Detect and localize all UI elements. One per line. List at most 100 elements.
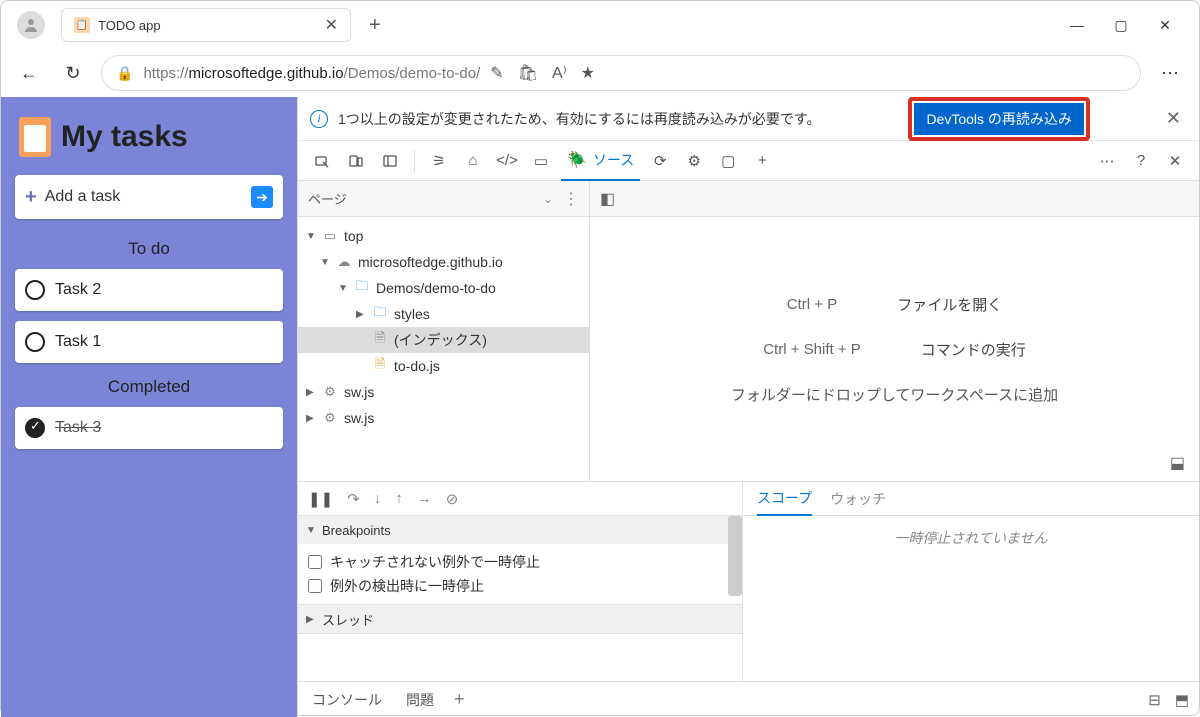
maximize-button[interactable]: ▢ [1111, 17, 1131, 34]
tree-sw[interactable]: ⚙sw.js [298, 379, 589, 405]
todo-section-header: To do [15, 239, 283, 259]
task-item[interactable]: Task 3 [15, 407, 283, 449]
address-bar[interactable]: 🔒 https://microsoftedge.github.io/Demos/… [101, 55, 1141, 91]
clipboard-icon: 📋 [74, 17, 90, 33]
favorite-star-icon[interactable]: ★ [581, 63, 595, 83]
tree-folder[interactable]: 🗀Demos/demo-to-do [298, 275, 589, 301]
task-item[interactable]: Task 1 [15, 321, 283, 363]
debugger-toolbar: ❚❚ ↷ ↓ ↑ → ⊘ [298, 482, 742, 516]
browser-tab-strip: 📋 TODO app ✕ + — ▢ ✕ [1, 1, 1199, 49]
url-text: https://microsoftedge.github.io/Demos/de… [143, 65, 480, 82]
task-label: Task 1 [55, 333, 101, 351]
debugger-sidebar: ❚❚ ↷ ↓ ↑ → ⊘ Breakpoints キャッチされない例外で一時停止… [298, 482, 743, 681]
step-icon[interactable]: → [417, 490, 432, 507]
lock-icon: 🔒 [116, 65, 133, 82]
editor-empty-state: Ctrl + P ファイルを開く Ctrl + Shift + P コマンドの実… [590, 217, 1199, 481]
close-window-button[interactable]: ✕ [1155, 17, 1175, 34]
close-tab-icon[interactable]: ✕ [325, 15, 338, 35]
close-infobar-icon[interactable]: ✕ [1160, 108, 1187, 129]
panel-icon[interactable] [376, 147, 404, 175]
clipboard-icon [19, 117, 51, 157]
scrollbar-thumb[interactable] [728, 516, 742, 596]
tree-file-index[interactable]: 🗎(インデックス) [298, 327, 589, 353]
window-controls: — ▢ ✕ [1067, 17, 1191, 34]
download-icon[interactable]: ⬓ [1170, 453, 1185, 473]
tree-folder-styles[interactable]: 🗀styles [298, 301, 589, 327]
pause-button[interactable]: ❚❚ [308, 490, 333, 508]
step-over-icon[interactable]: ↷ [347, 490, 360, 508]
close-devtools-icon[interactable]: ✕ [1161, 147, 1189, 175]
more-tabs-button[interactable]: + [748, 147, 776, 175]
shortcut-action: ファイルを開く [897, 294, 1002, 315]
welcome-tab-icon[interactable]: ⌂ [459, 147, 487, 175]
add-task-placeholder: Add a task [45, 188, 243, 206]
chevron-down-icon[interactable]: ⌄ [543, 192, 553, 206]
console-tab-icon[interactable]: ▭ [527, 147, 555, 175]
shopping-icon[interactable]: 🛍 [518, 63, 538, 83]
toggle-navigator-icon[interactable]: ◧ [600, 189, 615, 209]
app-title: My tasks [61, 120, 188, 154]
browser-menu-button[interactable]: ⋯ [1153, 63, 1187, 84]
task-label: Task 2 [55, 281, 101, 299]
device-toolbar-icon[interactable] [342, 147, 370, 175]
threads-header[interactable]: スレッド [298, 605, 742, 633]
tree-sw[interactable]: ⚙sw.js [298, 405, 589, 431]
pause-uncaught-checkbox[interactable]: キャッチされない例外で一時停止 [308, 550, 732, 574]
todo-app: My tasks + Add a task ➔ To do Task 2 Tas… [1, 97, 297, 717]
minimize-button[interactable]: — [1067, 17, 1087, 34]
bug-icon: 🪲 [567, 150, 587, 170]
application-tab-icon[interactable]: ▢ [714, 147, 742, 175]
edit-icon[interactable]: ✎ [490, 63, 503, 83]
info-icon: i [310, 110, 328, 128]
watch-tab[interactable]: ウォッチ [830, 482, 886, 516]
drawer-icon[interactable]: ⊟ [1148, 691, 1161, 709]
tree-file-todojs[interactable]: 🗎to-do.js [298, 353, 589, 379]
memory-tab-icon[interactable]: ⚙ [680, 147, 708, 175]
address-bar-row: ← ↻ 🔒 https://microsoftedge.github.io/De… [1, 49, 1199, 97]
tree-frame-top[interactable]: ▭top [298, 223, 589, 249]
plus-icon: + [25, 186, 37, 209]
new-tab-button[interactable]: + [359, 14, 391, 37]
task-item[interactable]: Task 2 [15, 269, 283, 311]
network-conditions-icon[interactable]: ⚞ [425, 147, 453, 175]
task-checkbox-done[interactable] [25, 418, 45, 438]
reload-devtools-button[interactable]: DevTools の再読み込み [914, 103, 1083, 135]
read-aloud-icon[interactable]: A⁾ [552, 63, 567, 83]
devtools-infobar: i 1つ以上の設定が変更されたため、有効にするには再度読み込みが必要です。 De… [298, 97, 1199, 141]
step-out-icon[interactable]: ↑ [395, 490, 403, 507]
issues-drawer-tab[interactable]: 問題 [402, 690, 438, 710]
add-task-input[interactable]: + Add a task ➔ [15, 175, 283, 219]
task-checkbox[interactable] [25, 332, 45, 352]
performance-tab-icon[interactable]: ⟳ [646, 147, 674, 175]
file-tree: ▭top ☁microsoftedge.github.io 🗀Demos/dem… [298, 217, 589, 481]
shortcut-key: Ctrl + P [787, 296, 837, 313]
devtools-tab-bar: ⚞ ⌂ </> ▭ 🪲 ソース ⟳ ⚙ ▢ + ⋯ ? ✕ [298, 141, 1199, 181]
elements-tab-icon[interactable]: </> [493, 147, 521, 175]
submit-task-button[interactable]: ➔ [251, 186, 273, 208]
reload-devtools-highlight: DevTools の再読み込み [908, 97, 1089, 141]
deactivate-breakpoints-icon[interactable]: ⊘ [446, 490, 459, 508]
back-button[interactable]: ← [13, 57, 45, 89]
workspace-drop-hint: フォルダーにドロップしてワークスペースに追加 [731, 384, 1058, 405]
infobar-text: 1つ以上の設定が変更されたため、有効にするには再度読み込みが必要です。 [338, 109, 898, 129]
tree-domain[interactable]: ☁microsoftedge.github.io [298, 249, 589, 275]
scope-tab[interactable]: スコープ [757, 482, 812, 516]
task-checkbox[interactable] [25, 280, 45, 300]
drawer-icon[interactable]: ⬒ [1175, 691, 1189, 709]
more-options-icon[interactable]: ⋮ [563, 189, 579, 209]
refresh-button[interactable]: ↻ [57, 57, 89, 89]
profile-avatar[interactable] [17, 11, 45, 39]
shortcut-key: Ctrl + Shift + P [763, 341, 861, 358]
console-drawer-tab[interactable]: コンソール [308, 690, 386, 710]
step-into-icon[interactable]: ↓ [374, 490, 382, 507]
help-icon[interactable]: ? [1127, 147, 1155, 175]
browser-tab[interactable]: 📋 TODO app ✕ [61, 8, 351, 42]
breakpoints-header[interactable]: Breakpoints [298, 516, 742, 544]
editor-tab-bar: ◧ [590, 181, 1199, 217]
inspect-element-icon[interactable] [308, 147, 336, 175]
devtools-more-icon[interactable]: ⋯ [1093, 147, 1121, 175]
sources-tab[interactable]: 🪲 ソース [561, 141, 640, 181]
page-tab-header[interactable]: ページ ⌄ ⋮ [298, 181, 589, 217]
pause-caught-checkbox[interactable]: 例外の検出時に一時停止 [308, 574, 732, 598]
add-drawer-tab[interactable]: + [454, 689, 465, 710]
